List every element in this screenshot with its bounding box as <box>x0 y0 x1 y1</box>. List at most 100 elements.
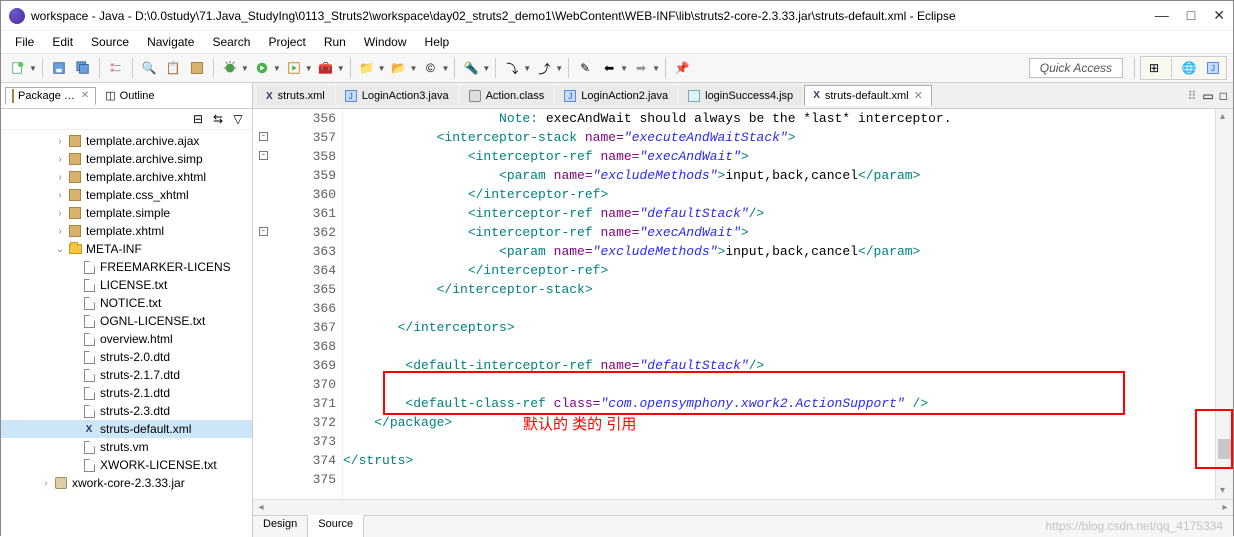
code-line[interactable]: </interceptor-ref> <box>343 185 1215 204</box>
disclosure-icon[interactable]: › <box>53 172 67 183</box>
fold-toggle[interactable]: - <box>259 132 268 141</box>
code-line[interactable] <box>343 337 1215 356</box>
code-line[interactable]: <default-class-ref class="com.opensympho… <box>343 394 1215 413</box>
tree-item[interactable]: ⌄META-INF <box>1 240 252 258</box>
disclosure-icon[interactable]: › <box>53 154 67 165</box>
menu-help[interactable]: Help <box>417 33 458 51</box>
view-menu-icon[interactable]: ▽ <box>230 111 246 127</box>
run-last-button[interactable] <box>283 57 305 79</box>
code-line[interactable]: </interceptors> <box>343 318 1215 337</box>
new-button[interactable] <box>7 57 29 79</box>
tree-item[interactable]: struts.vm <box>1 438 252 456</box>
code-line[interactable] <box>343 432 1215 451</box>
java-ee-perspective[interactable]: 🌐 <box>1179 58 1199 78</box>
disclosure-icon[interactable]: ⌄ <box>53 244 67 255</box>
external-tools-button[interactable]: 🧰 <box>315 57 337 79</box>
show-list-icon[interactable]: ⠿ <box>1188 89 1197 103</box>
code-line[interactable]: <interceptor-ref name="execAndWait"> <box>343 223 1215 242</box>
tree-item[interactable]: ›xwork-core-2.3.33.jar <box>1 474 252 492</box>
debug-button[interactable] <box>219 57 241 79</box>
close-icon[interactable]: ✕ <box>81 90 89 101</box>
code-line[interactable]: <interceptor-ref name="defaultStack"/> <box>343 204 1215 223</box>
bottom-tab-design[interactable]: Design <box>253 516 308 537</box>
collapse-all-icon[interactable]: ⊟ <box>190 111 206 127</box>
menu-project[interactable]: Project <box>260 33 313 51</box>
close-button[interactable]: ✕ <box>1213 7 1225 24</box>
editor-tab[interactable]: Xstruts.xml <box>257 86 334 105</box>
scrollbar-thumb[interactable] <box>1218 439 1231 459</box>
code-line[interactable]: <interceptor-ref name="execAndWait"> <box>343 147 1215 166</box>
fold-toggle[interactable]: - <box>259 227 268 236</box>
vertical-scrollbar[interactable]: ▴ ▾ <box>1215 109 1233 499</box>
view-tab-outline[interactable]: ◫Outline <box>98 86 161 105</box>
tree-item[interactable]: LICENSE.txt <box>1 276 252 294</box>
java-perspective[interactable]: J <box>1203 58 1223 78</box>
code-line[interactable]: </interceptor-ref> <box>343 261 1215 280</box>
last-edit-button[interactable]: ✎ <box>574 57 596 79</box>
prev-annotation-button[interactable]: ⤴ <box>533 57 555 79</box>
code-line[interactable] <box>343 375 1215 394</box>
close-icon[interactable]: ✕ <box>914 89 923 102</box>
code-line[interactable]: </struts> <box>343 451 1215 470</box>
menu-search[interactable]: Search <box>204 33 258 51</box>
tree-item[interactable]: struts-2.0.dtd <box>1 348 252 366</box>
save-button[interactable] <box>48 57 70 79</box>
tree-item[interactable]: FREEMARKER-LICENS <box>1 258 252 276</box>
menu-window[interactable]: Window <box>356 33 415 51</box>
tree-item[interactable]: ›template.xhtml <box>1 222 252 240</box>
code-line[interactable]: <interceptor-stack name="executeAndWaitS… <box>343 128 1215 147</box>
link-editor-icon[interactable]: ⇆ <box>210 111 226 127</box>
code-line[interactable] <box>343 299 1215 318</box>
package-tree[interactable]: ›template.archive.ajax›template.archive.… <box>1 130 252 537</box>
save-all-button[interactable] <box>72 57 94 79</box>
search-button[interactable]: 🔦 <box>460 57 482 79</box>
tree-item[interactable]: struts-2.3.dtd <box>1 402 252 420</box>
disclosure-icon[interactable]: › <box>53 208 67 219</box>
menu-run[interactable]: Run <box>316 33 354 51</box>
new-class-button[interactable]: © <box>419 57 441 79</box>
tree-item[interactable]: ›template.archive.ajax <box>1 132 252 150</box>
open-type-button[interactable]: 🔍 <box>138 57 160 79</box>
disclosure-icon[interactable]: › <box>53 226 67 237</box>
source-editor[interactable]: 356357-358-359360361362-3633643653663673… <box>253 109 1233 499</box>
maximize-editor-icon[interactable]: □ <box>1220 89 1227 103</box>
editor-tab[interactable]: JLoginAction3.java <box>336 86 458 105</box>
editor-tab[interactable]: Action.class <box>460 86 554 105</box>
disclosure-icon[interactable]: › <box>53 190 67 201</box>
bottom-tab-source[interactable]: Source <box>308 515 364 537</box>
minimize-button[interactable]: — <box>1155 7 1169 24</box>
run-button[interactable] <box>251 57 273 79</box>
tree-item[interactable]: OGNL-LICENSE.txt <box>1 312 252 330</box>
back-button[interactable]: ⬅ <box>598 57 620 79</box>
code-line[interactable]: Note: execAndWait should always be the *… <box>343 109 1215 128</box>
tree-item[interactable]: ›template.archive.simp <box>1 150 252 168</box>
disclosure-icon[interactable]: › <box>53 136 67 147</box>
tree-item[interactable]: struts-2.1.7.dtd <box>1 366 252 384</box>
editor-tab[interactable]: JLoginAction2.java <box>555 86 677 105</box>
toggle-breadcrumb[interactable] <box>105 57 127 79</box>
code-line[interactable]: <param name="excludeMethods">input,back,… <box>343 242 1215 261</box>
code-line[interactable]: </package> <box>343 413 1215 432</box>
tree-item[interactable]: ›template.simple <box>1 204 252 222</box>
tree-item[interactable]: ›template.archive.xhtml <box>1 168 252 186</box>
disclosure-icon[interactable]: › <box>39 478 53 489</box>
menu-edit[interactable]: Edit <box>44 33 81 51</box>
tree-item[interactable]: Xstruts-default.xml <box>1 420 252 438</box>
code-line[interactable]: <default-interceptor-ref name="defaultSt… <box>343 356 1215 375</box>
fold-toggle[interactable]: - <box>259 151 268 160</box>
editor-tab[interactable]: loginSuccess4.jsp <box>679 86 802 105</box>
code-line[interactable]: <param name="excludeMethods">input,back,… <box>343 166 1215 185</box>
forward-button[interactable]: ➡ <box>630 57 652 79</box>
new-java-project-button[interactable]: 📁 <box>356 57 378 79</box>
editor-tab[interactable]: Xstruts-default.xml✕ <box>804 85 932 106</box>
menu-file[interactable]: File <box>7 33 42 51</box>
new-package-button[interactable] <box>186 57 208 79</box>
code-line[interactable]: </interceptor-stack> <box>343 280 1215 299</box>
horizontal-scrollbar[interactable]: ◂▸ <box>253 499 1233 515</box>
next-annotation-button[interactable]: ⤵ <box>501 57 523 79</box>
menu-source[interactable]: Source <box>83 33 137 51</box>
code-line[interactable] <box>343 470 1215 489</box>
pin-editor-button[interactable]: 📌 <box>671 57 693 79</box>
quick-access[interactable]: Quick Access <box>1029 58 1123 78</box>
view-tab-package[interactable]: Package …✕ <box>5 87 96 105</box>
